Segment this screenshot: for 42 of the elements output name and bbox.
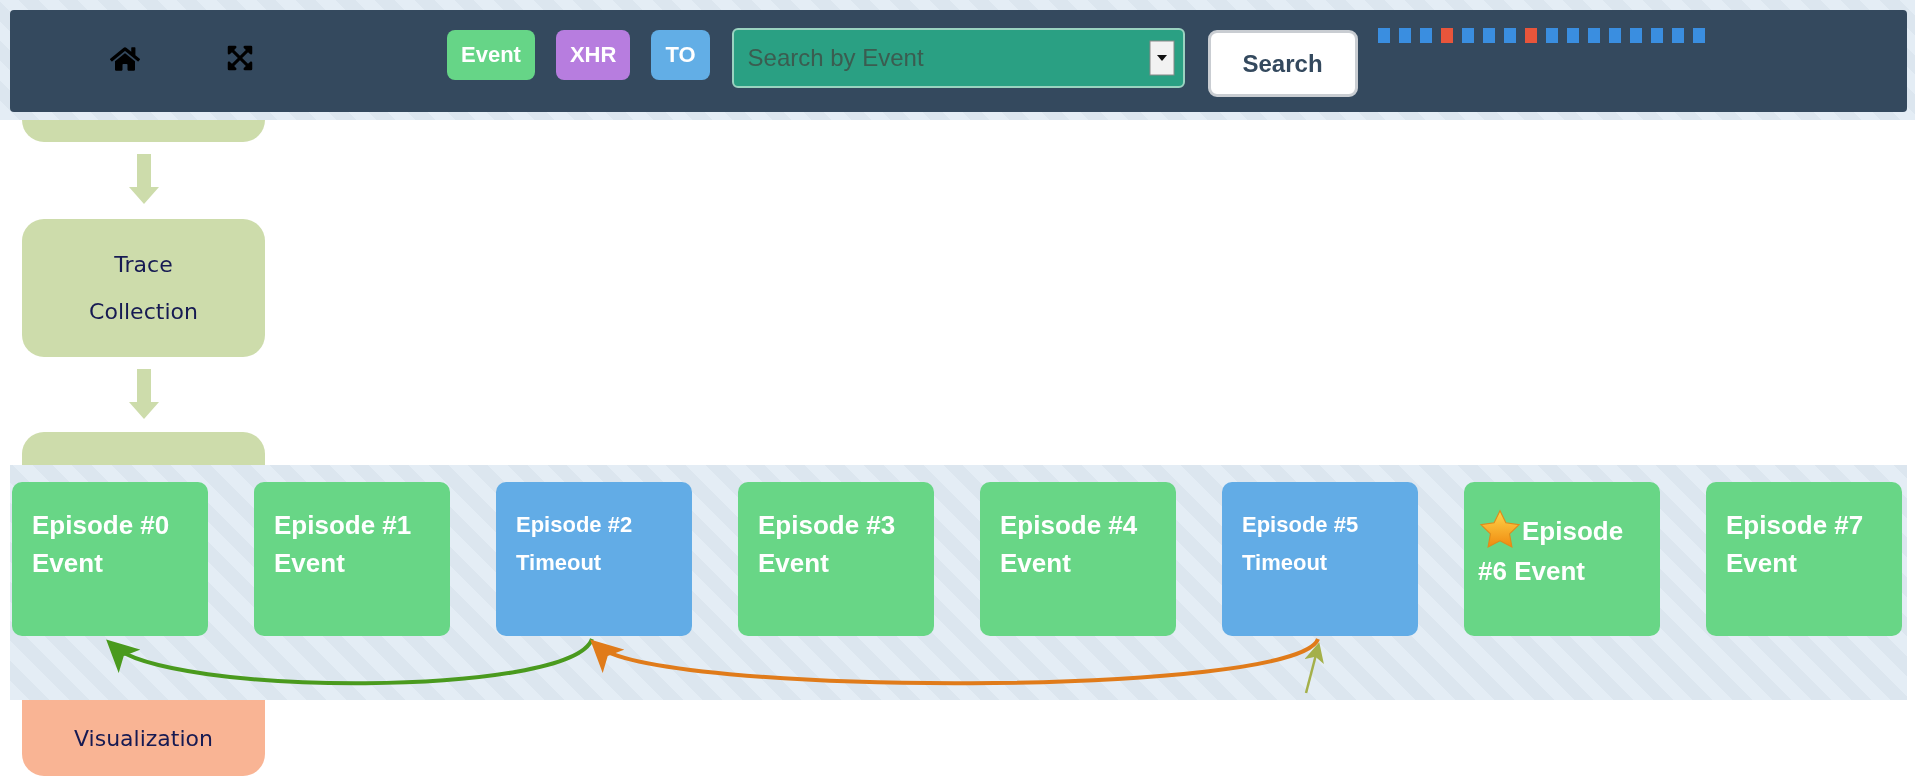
episode-card[interactable]: Episode #1 Event (254, 482, 450, 636)
timeline-marker[interactable] (1440, 28, 1453, 43)
dropdown-icon[interactable] (1148, 40, 1175, 76)
timeline-marker[interactable] (1545, 28, 1558, 43)
timeline-marker[interactable] (1398, 28, 1411, 43)
episode-label: Episode #4 Event (1000, 509, 1139, 580)
episode-card[interactable]: Episode #7 Event (1706, 482, 1902, 636)
timeline-marker[interactable] (1587, 28, 1600, 43)
timeline-marker[interactable] (1377, 28, 1390, 43)
timeline-marker[interactable] (1692, 28, 1705, 43)
timeline-marker[interactable] (1503, 28, 1516, 43)
home-icon[interactable] (110, 44, 140, 74)
legend-badge: XHR (555, 30, 631, 80)
search-field[interactable]: Search by Event (731, 28, 1185, 88)
search-button[interactable]: Search (1207, 30, 1358, 97)
timeline-marker[interactable] (1566, 28, 1579, 43)
timeline-marker[interactable] (1419, 28, 1432, 43)
episode-label: Episode #5 Timeout (1242, 511, 1360, 577)
timeline-marker[interactable] (1524, 28, 1537, 43)
episode-card[interactable]: Episode #6 Event (1464, 482, 1660, 636)
timeline-marker[interactable] (1461, 28, 1474, 43)
legend-badge: TO (651, 30, 710, 80)
pipeline-step: Visualization (22, 700, 265, 776)
episode-label: Episode #3 Event (758, 509, 897, 580)
timeline-marker[interactable] (1629, 28, 1642, 43)
timeline-marker[interactable] (1482, 28, 1495, 43)
episode-card[interactable]: Episode #5 Timeout (1222, 482, 1418, 636)
timeline-marker[interactable] (1608, 28, 1621, 43)
episode-label: Episode #7 Event (1726, 509, 1865, 580)
timeline-marker[interactable] (1650, 28, 1663, 43)
timeline-marker[interactable] (1671, 28, 1684, 43)
episode-label: Episode #2 Timeout (516, 511, 634, 577)
episode-label: Episode #1 Event (274, 509, 413, 580)
pipeline-step: Trace Collection (22, 219, 265, 357)
episode-card[interactable]: Episode #3 Event (738, 482, 934, 636)
legend-badge: Event (447, 30, 535, 80)
episode-card[interactable]: Episode #2 Timeout (496, 482, 692, 636)
episode-label: Episode #0 Event (32, 509, 171, 580)
episode-card[interactable]: Episode #0 Event (12, 482, 208, 636)
episode-label: Episode #6 Event (1478, 508, 1646, 590)
episode-card[interactable]: Episode #4 Event (980, 482, 1176, 636)
fullscreen-icon[interactable] (226, 44, 254, 72)
